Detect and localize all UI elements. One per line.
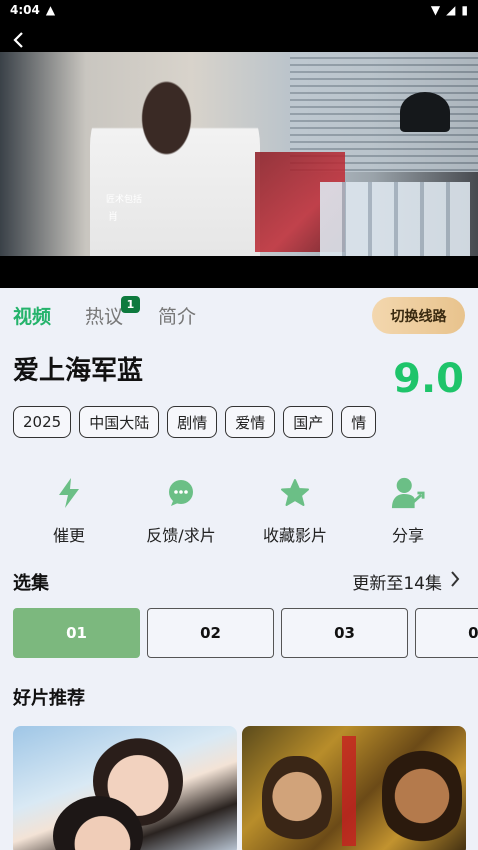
action-row: 催更 反馈/求片 收藏影片 分享 (0, 476, 478, 546)
recommend-poster[interactable] (13, 726, 237, 850)
episode-button-03[interactable]: 03 (281, 608, 408, 658)
tag-genre[interactable]: 剧情 (167, 406, 218, 438)
status-time: 4:04 (10, 3, 40, 17)
wifi-icon: ▼ (430, 3, 441, 17)
episodes-more-link[interactable]: 更新至14集 (352, 569, 460, 594)
android-icon: ▲ (45, 3, 56, 17)
feedback-button[interactable]: 反馈/求片 (126, 476, 236, 546)
video-frame: 匠术包括 肖 (0, 52, 478, 256)
video-caption-name: 肖 (108, 212, 118, 223)
poster-face (382, 746, 462, 846)
chat-bubble-icon (164, 476, 198, 510)
status-icons: ▼ ◢ ▮ (431, 3, 468, 17)
lightning-icon (52, 476, 86, 510)
show-score: 9.0 (393, 356, 464, 402)
share-user-icon (391, 476, 425, 510)
tab-video[interactable]: 视频 (13, 302, 51, 329)
battery-icon: ▮ (461, 3, 468, 17)
episodes-update-text: 更新至14集 (352, 574, 442, 594)
favorite-button[interactable]: 收藏影片 (240, 476, 350, 546)
signal-icon: ◢ (446, 3, 456, 17)
video-figures (320, 182, 470, 256)
star-icon (278, 476, 312, 510)
episode-button-02[interactable]: 02 (147, 608, 274, 658)
episode-button-01[interactable]: 01 (13, 608, 140, 658)
video-person (90, 72, 260, 256)
recommend-title: 好片推荐 (13, 688, 85, 709)
episode-list: 01 02 03 04 (13, 608, 478, 660)
switch-line-button[interactable]: 切换线路 (372, 297, 465, 334)
episode-button-04[interactable]: 04 (415, 608, 478, 658)
tag-domestic[interactable]: 国产 (283, 406, 334, 438)
share-button[interactable]: 分享 (353, 476, 463, 546)
video-lamp (400, 92, 450, 132)
tag-romance[interactable]: 爱情 (225, 406, 276, 438)
video-caption: 匠术包括 (106, 195, 143, 205)
poster-face (262, 756, 332, 846)
tag-list: 2025 中国大陆 剧情 爱情 国产 情 (13, 406, 377, 438)
video-player[interactable]: 匠术包括 肖 (0, 20, 478, 288)
status-bar: 4:04 ▲ ▼ ◢ ▮ (0, 0, 478, 20)
recommend-list (13, 726, 478, 850)
tab-intro[interactable]: 简介 (158, 302, 196, 329)
show-title: 爱上海军蓝 (13, 356, 144, 386)
tag-year[interactable]: 2025 (13, 406, 72, 438)
poster-red-stripe (342, 736, 356, 846)
tag-region[interactable]: 中国大陆 (79, 406, 160, 438)
episodes-title: 选集 (13, 573, 49, 594)
favorite-label: 收藏影片 (262, 526, 327, 545)
share-label: 分享 (391, 526, 424, 545)
chevron-right-icon (450, 570, 460, 593)
urge-update-label: 催更 (52, 526, 85, 545)
feedback-label: 反馈/求片 (146, 526, 216, 545)
tag-love[interactable]: 情 (341, 406, 377, 438)
tab-discussion[interactable]: 热议 (85, 302, 123, 329)
recommend-poster[interactable] (242, 726, 466, 850)
discussion-badge: 1 (121, 296, 140, 313)
urge-update-button[interactable]: 催更 (14, 476, 124, 546)
